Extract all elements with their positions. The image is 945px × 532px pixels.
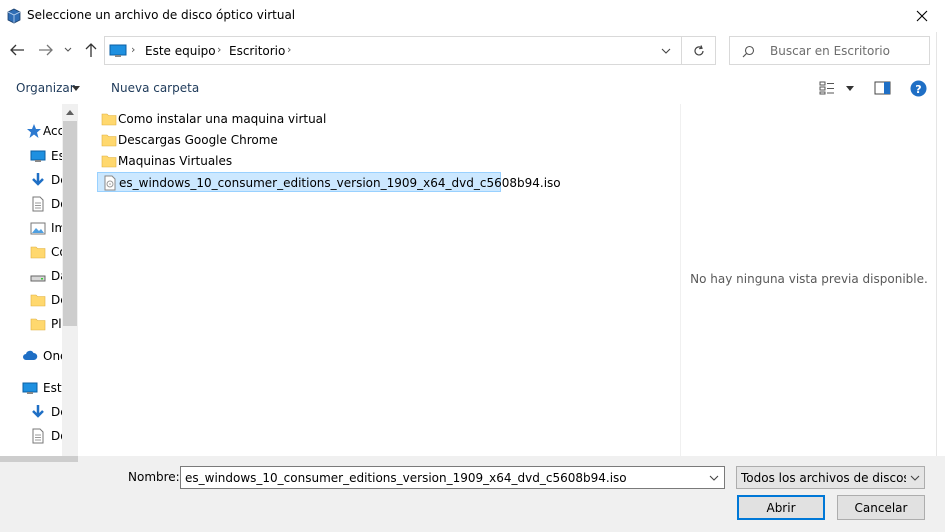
image-icon <box>30 222 46 235</box>
arrow-left-icon <box>10 44 24 56</box>
document-icon <box>32 428 44 444</box>
close-icon <box>916 10 928 22</box>
caret-down-icon <box>72 86 80 91</box>
chevron-down-icon <box>64 47 72 52</box>
download-icon <box>32 173 44 186</box>
computer-icon <box>109 44 127 57</box>
cloud-icon <box>23 350 38 360</box>
document-icon <box>32 196 44 212</box>
chevron-down-icon <box>709 475 719 481</box>
svg-text:?: ? <box>915 83 921 96</box>
file-type-value: Todos los archivos de discos óp <box>741 471 906 485</box>
list-item[interactable]: Maquinas Virtuales <box>97 151 247 171</box>
computer-icon <box>22 382 38 394</box>
preview-pane: No hay ninguna vista previa disponible. <box>680 104 936 456</box>
command-bar: Organizar Nueva carpeta ? <box>0 72 945 104</box>
search-icon <box>742 45 755 58</box>
search-placeholder: Buscar en Escritorio <box>770 44 890 58</box>
file-type-select[interactable]: Todos los archivos de discos óp <box>736 466 925 489</box>
breadcrumb-escritorio[interactable]: Escritorio <box>229 44 285 58</box>
refresh-button[interactable] <box>682 36 716 65</box>
download-icon <box>32 405 44 418</box>
drive-icon <box>30 275 46 282</box>
window-edge <box>936 32 945 456</box>
preview-message: No hay ninguna vista previa disponible. <box>690 272 928 286</box>
close-button[interactable] <box>899 0 945 32</box>
desktop-icon <box>30 150 46 162</box>
chevron-down-icon <box>910 475 920 481</box>
virtualbox-icon <box>7 8 21 24</box>
filename-label: Nombre: <box>128 470 180 484</box>
file-type-dropdown-button[interactable] <box>906 467 924 488</box>
folder-icon <box>30 318 46 331</box>
scroll-up-button[interactable] <box>62 104 78 121</box>
file-list: Como instalar una maquina virtual Descar… <box>79 104 680 456</box>
recent-locations-button[interactable] <box>62 41 74 59</box>
forward-button[interactable] <box>37 41 55 59</box>
back-button[interactable] <box>8 41 26 59</box>
dialog-footer: Nombre: es_windows_10_consumer_editions_… <box>0 456 945 532</box>
breadcrumb-separator: › <box>287 43 292 56</box>
arrow-right-icon <box>39 44 53 56</box>
refresh-icon <box>693 44 704 55</box>
organize-button[interactable]: Organizar <box>16 81 75 95</box>
arrow-up-icon <box>85 43 97 57</box>
folder-icon <box>101 134 117 147</box>
open-button[interactable]: Abrir <box>737 495 825 520</box>
folder-icon <box>101 155 117 168</box>
filename-value: es_windows_10_consumer_editions_version_… <box>185 471 627 485</box>
breadcrumb-separator: › <box>131 43 136 56</box>
chevron-down-icon[interactable] <box>661 48 671 54</box>
horizontal-scrollbar[interactable] <box>0 456 78 462</box>
folder-icon <box>30 294 46 307</box>
title-bar: Seleccione un archivo de disco óptico vi… <box>0 0 945 32</box>
disc-image-icon <box>104 175 116 191</box>
star-icon <box>27 124 41 138</box>
window-title: Seleccione un archivo de disco óptico vi… <box>27 8 296 22</box>
list-item[interactable]: Descargas Google Chrome <box>97 130 297 150</box>
breadcrumb-separator: › <box>217 43 222 56</box>
caret-up-icon <box>66 110 74 115</box>
folder-icon <box>101 113 117 126</box>
list-item-selected[interactable]: es_windows_10_consumer_editions_version_… <box>97 172 561 192</box>
search-input[interactable]: Buscar en Escritorio <box>729 36 930 65</box>
up-button[interactable] <box>82 41 100 59</box>
address-bar[interactable]: › Este equipo › Escritorio › <box>104 36 682 65</box>
new-folder-button[interactable]: Nueva carpeta <box>111 81 199 95</box>
preview-pane-icon[interactable] <box>874 81 891 95</box>
filename-field[interactable]: es_windows_10_consumer_editions_version_… <box>180 466 725 489</box>
nav-scrollbar-thumb[interactable] <box>63 121 77 326</box>
breadcrumb-este-equipo[interactable]: Este equipo <box>145 44 216 58</box>
cancel-button[interactable]: Cancelar <box>837 495 925 520</box>
folder-icon <box>30 246 46 259</box>
list-item[interactable]: Como instalar una maquina virtual <box>97 109 337 129</box>
help-icon[interactable]: ? <box>910 80 927 97</box>
filename-dropdown-button[interactable] <box>704 467 724 488</box>
caret-down-icon[interactable] <box>846 86 854 91</box>
view-options-icon[interactable] <box>819 81 835 95</box>
